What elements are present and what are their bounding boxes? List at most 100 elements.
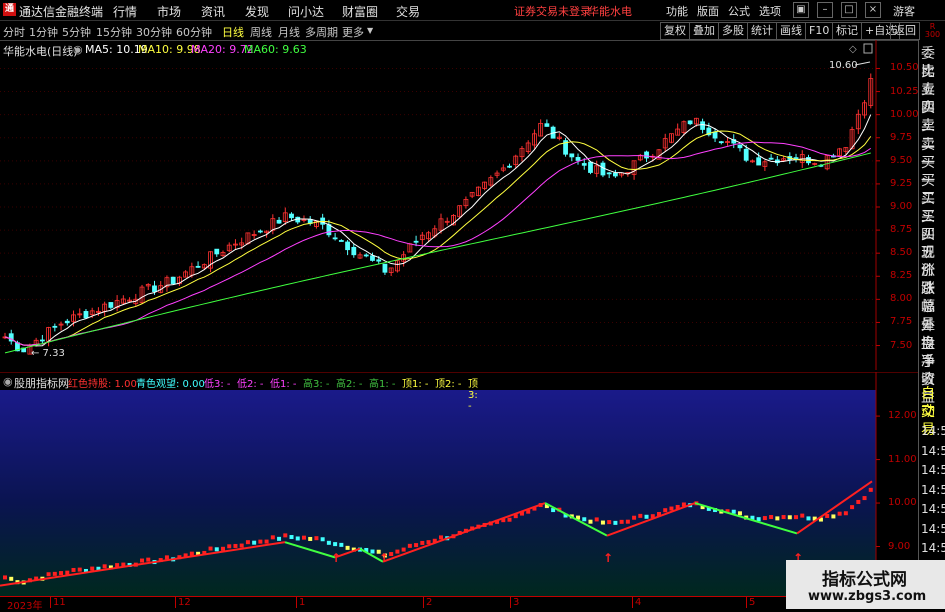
user-label[interactable]: 游客 bbox=[893, 3, 915, 19]
period-monthly[interactable]: 月线 bbox=[278, 24, 300, 40]
menu-banmian[interactable]: 版面 bbox=[697, 3, 719, 19]
price-tick: 8.75 bbox=[890, 224, 913, 236]
indicator-tick: 12.00 bbox=[888, 410, 917, 422]
indicator-bar bbox=[345, 545, 350, 550]
menu-wenxiaoda[interactable]: 问小达 bbox=[288, 3, 324, 20]
btn-fuquan[interactable]: 复权 bbox=[660, 22, 690, 40]
indicator-bar bbox=[277, 536, 282, 541]
ma60-label: MA60: 9.63 bbox=[244, 43, 307, 56]
indicator-bar bbox=[600, 520, 605, 525]
btn-fanhui[interactable]: 返回 bbox=[890, 22, 920, 40]
btn-tongji[interactable]: 统计 bbox=[747, 22, 777, 40]
skin-icon[interactable]: ▣ bbox=[793, 2, 809, 18]
period-15min[interactable]: 15分钟 bbox=[96, 24, 132, 40]
minimize-icon[interactable]: – bbox=[817, 2, 833, 18]
price-tick: 7.50 bbox=[890, 339, 913, 351]
period-weekly[interactable]: 周线 bbox=[250, 24, 272, 40]
date-tick: 12 bbox=[175, 597, 191, 608]
indicator-bar bbox=[77, 567, 82, 572]
indicator-legend-item: 高1: - bbox=[369, 379, 396, 390]
indicator-chart[interactable]: ↑ ↑ ↑ ↑ bbox=[0, 372, 918, 596]
panel-toggle-icon[interactable]: R 300 bbox=[920, 23, 945, 39]
price-tick: 9.25 bbox=[890, 177, 913, 189]
indicator-bar bbox=[252, 540, 257, 545]
period-multi[interactable]: 多周期 bbox=[305, 24, 338, 40]
trade-time: 14:56 bbox=[921, 424, 945, 438]
indicator-bar bbox=[264, 539, 269, 544]
menu-jiaoyi[interactable]: 交易 bbox=[396, 3, 420, 20]
menu-caifuquan[interactable]: 财富圈 bbox=[342, 3, 378, 20]
candle bbox=[756, 157, 762, 166]
price-tick: 10.50 bbox=[890, 62, 919, 74]
candlestick-chart[interactable]: 10.60 ← 7.33 ◇ bbox=[0, 40, 918, 370]
period-30min[interactable]: 30分钟 bbox=[136, 24, 172, 40]
app-logo-icon: 通 bbox=[3, 3, 16, 16]
chart-settings-icon[interactable]: ◉ bbox=[73, 43, 83, 56]
indicator-bar bbox=[426, 540, 431, 545]
indicator-bar bbox=[769, 515, 774, 520]
indicator-bar bbox=[414, 543, 419, 548]
menu-faxian[interactable]: 发现 bbox=[245, 3, 269, 20]
menu-gongshi[interactable]: 公式 bbox=[728, 3, 750, 19]
indicator-bar bbox=[837, 511, 842, 516]
indicator-legend-item: 高2: - bbox=[336, 379, 363, 390]
candle bbox=[370, 255, 375, 261]
menu-hangqing[interactable]: 行情 bbox=[113, 3, 137, 20]
candle bbox=[52, 325, 58, 328]
period-daily[interactable]: 日线 bbox=[222, 24, 244, 40]
btn-huaxian[interactable]: 画线 bbox=[776, 22, 806, 40]
indicator-bar bbox=[46, 572, 51, 577]
indicator-legend-item: 高3: - bbox=[303, 379, 330, 390]
candle bbox=[507, 165, 512, 168]
indicator-bar bbox=[762, 516, 767, 521]
watermark-url: www.zbgs3.com bbox=[808, 589, 927, 604]
price-tick: 8.50 bbox=[890, 247, 913, 259]
indicator-legend-item: 青色观望: 0.00 bbox=[136, 379, 205, 390]
indicator-tick: 11.00 bbox=[888, 453, 917, 465]
menu-xuanxiang[interactable]: 选项 bbox=[759, 3, 781, 19]
price-tick: 7.75 bbox=[890, 316, 913, 328]
period-5min[interactable]: 5分钟 bbox=[62, 24, 91, 40]
period-60min[interactable]: 60分钟 bbox=[176, 24, 212, 40]
candle bbox=[743, 148, 749, 161]
menu-gongneng[interactable]: 功能 bbox=[666, 3, 688, 19]
candle bbox=[588, 161, 593, 173]
period-toolbar: 分时 1分钟 5分钟 15分钟 30分钟 60分钟 日线 周线 月线 多周期 更… bbox=[0, 21, 945, 41]
btn-biaoji[interactable]: 标记 bbox=[832, 22, 862, 40]
menu-shichang[interactable]: 市场 bbox=[157, 3, 181, 20]
btn-duogu[interactable]: 多股 bbox=[718, 22, 748, 40]
period-more[interactable]: 更多 bbox=[342, 24, 364, 40]
app-title: 通达信金融终端 bbox=[19, 5, 104, 19]
login-warning[interactable]: 证券交易未登录 bbox=[514, 3, 591, 19]
period-1min[interactable]: 1分钟 bbox=[29, 24, 58, 40]
price-tick: 9.75 bbox=[890, 131, 913, 143]
menu-zixun[interactable]: 资讯 bbox=[201, 3, 225, 20]
indicator-bar bbox=[339, 542, 344, 547]
indicator-bar bbox=[632, 515, 637, 520]
indicator-bar bbox=[333, 542, 338, 547]
indicator-bar bbox=[208, 546, 213, 551]
candles bbox=[2, 73, 874, 355]
indicator-tick: 10.00 bbox=[888, 497, 917, 509]
candle bbox=[39, 339, 45, 342]
candle bbox=[338, 240, 344, 242]
trade-time: 14:56 bbox=[921, 443, 945, 458]
ma20-line bbox=[4, 141, 872, 346]
indicator-bar bbox=[326, 540, 331, 545]
indicator-bar bbox=[233, 543, 238, 548]
indicator-settings-icon[interactable]: ◉ bbox=[3, 375, 13, 388]
close-icon[interactable]: × bbox=[865, 2, 881, 18]
btn-f10[interactable]: F10 bbox=[805, 22, 834, 40]
candle bbox=[83, 311, 89, 319]
maximize-icon[interactable]: □ bbox=[841, 2, 857, 18]
candle bbox=[108, 302, 114, 308]
more-dropdown-icon[interactable]: ▼ bbox=[367, 26, 373, 35]
btn-diejia[interactable]: 叠加 bbox=[689, 22, 719, 40]
candle bbox=[276, 219, 282, 224]
indicator-legend-item: 低3: - bbox=[204, 379, 231, 390]
period-fenshi[interactable]: 分时 bbox=[3, 24, 25, 40]
indicator-bar bbox=[9, 576, 14, 581]
candle bbox=[363, 254, 369, 257]
candle bbox=[257, 230, 263, 233]
indicator-bar bbox=[227, 544, 232, 549]
